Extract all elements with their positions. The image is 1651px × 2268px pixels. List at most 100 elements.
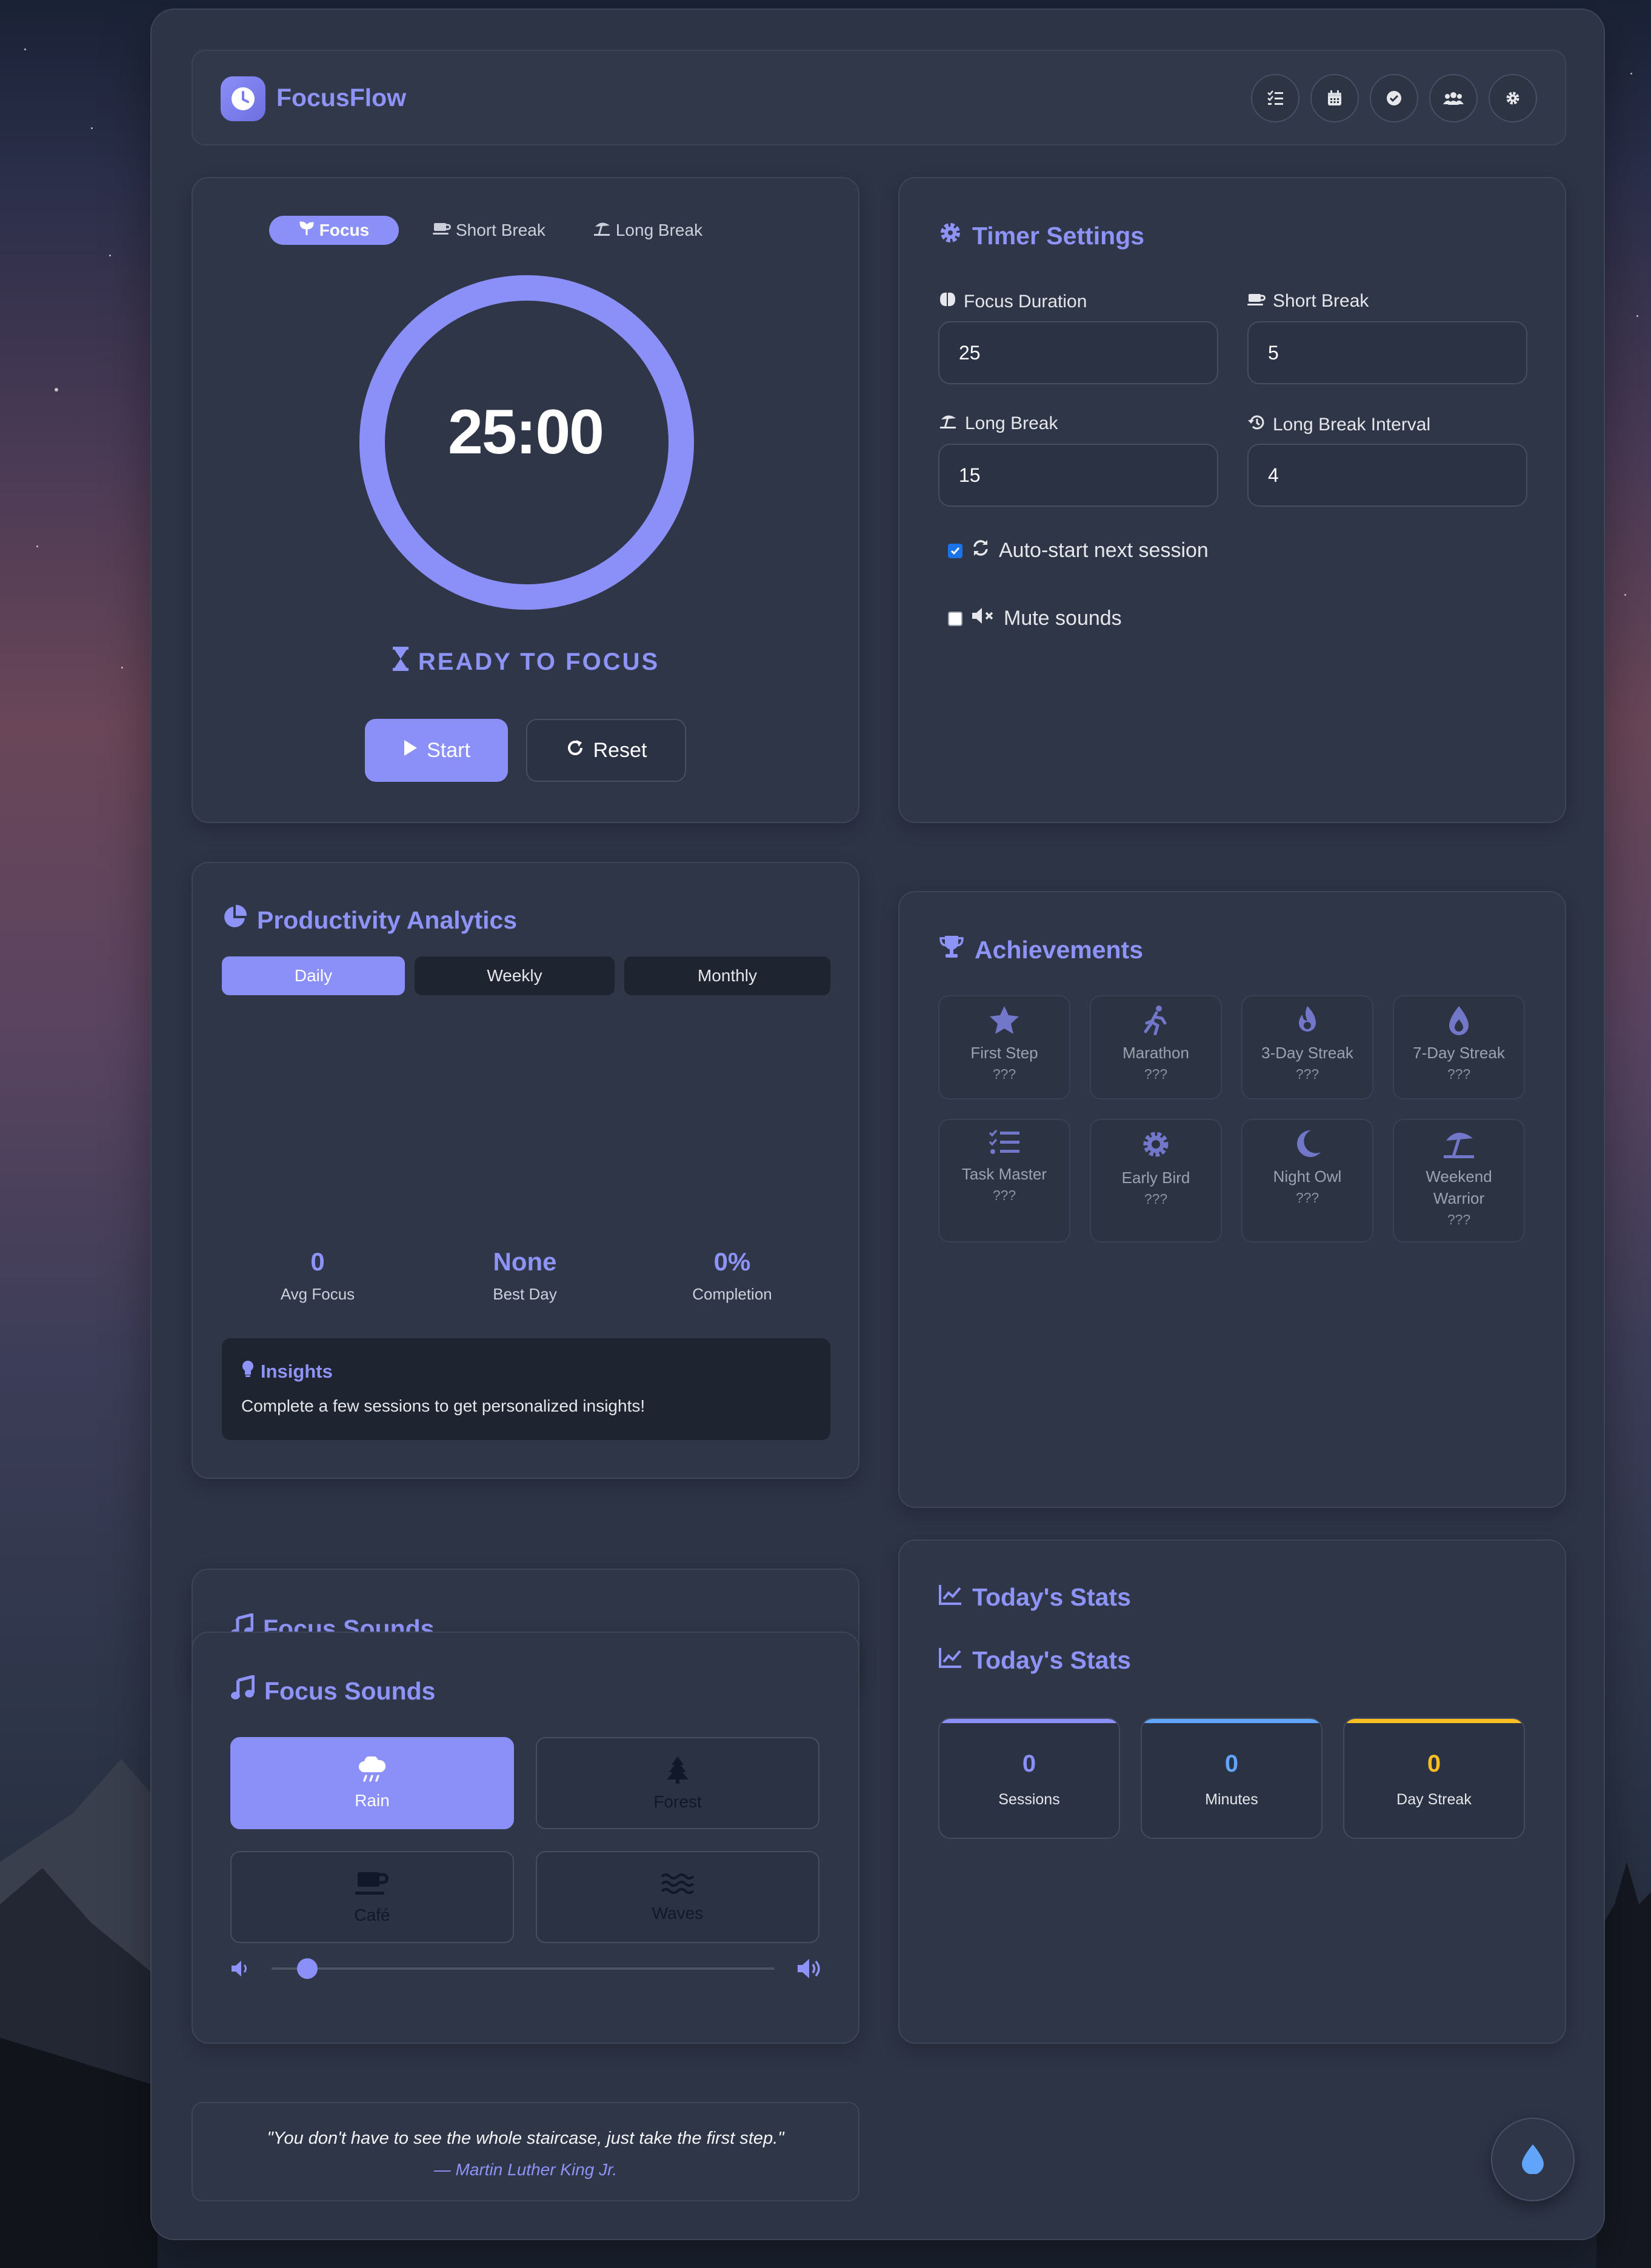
running-icon: [1142, 1005, 1170, 1038]
achievements-title-text: Achievements: [975, 935, 1144, 964]
achievement-status: ???: [1295, 1190, 1319, 1206]
todays-stats-title-1: Today's Stats: [938, 1583, 1131, 1612]
task-list-icon: [988, 1129, 1021, 1159]
app-title: FocusFlow: [276, 84, 407, 112]
achievement-task-master[interactable]: Task Master ???: [938, 1119, 1070, 1242]
analytics-card: Productivity Analytics Daily Weekly Mont…: [192, 862, 859, 1479]
todays-stats-title-2-text: Today's Stats: [972, 1646, 1131, 1674]
app-window: FocusFlow Focus Short Break Long Break 2…: [150, 8, 1605, 2240]
tab-weekly[interactable]: Weekly: [415, 956, 615, 995]
long-break-interval-label: Long Break Interval: [1247, 413, 1430, 436]
calendar-icon[interactable]: [1310, 74, 1359, 122]
umbrella-beach-icon: [593, 221, 611, 241]
long-break-input[interactable]: 15: [938, 444, 1218, 507]
achievement-status: ???: [992, 1066, 1016, 1082]
tab-short-break[interactable]: Short Break: [419, 216, 559, 245]
quote-card: "You don't have to see the whole stairca…: [192, 2102, 859, 2201]
achievement-name: Night Owl: [1273, 1167, 1342, 1186]
minutes-label: Minutes: [1205, 1791, 1258, 1808]
volume-mute-icon: [971, 606, 995, 631]
analytics-title: Productivity Analytics: [222, 904, 517, 936]
best-day-stat: None Best Day: [434, 1247, 616, 1304]
umbrella-beach-icon: [938, 413, 958, 434]
achievement-3-day-streak[interactable]: 3-Day Streak ???: [1241, 995, 1373, 1099]
avg-focus-stat: 0 Avg Focus: [227, 1247, 409, 1304]
sessions-label: Sessions: [998, 1791, 1060, 1808]
achievement-status: ???: [1447, 1066, 1471, 1082]
sound-rain-label: Rain: [355, 1790, 390, 1810]
long-break-interval-input[interactable]: 4: [1247, 444, 1527, 507]
quote-author: — Martin Luther King Jr.: [433, 2160, 618, 2179]
day-streak-label: Day Streak: [1396, 1791, 1472, 1808]
focus-duration-input[interactable]: 25: [938, 321, 1218, 384]
sync-icon: [971, 538, 990, 563]
achievement-weekend-warrior[interactable]: Weekend Warrior ???: [1393, 1119, 1525, 1242]
achievement-status: ???: [1295, 1066, 1319, 1082]
achievement-name: Early Bird: [1121, 1169, 1190, 1187]
volume-slider-thumb[interactable]: [296, 1958, 318, 1979]
achievement-name: Task Master: [961, 1165, 1047, 1183]
day-streak-value: 0: [1427, 1750, 1441, 1777]
umbrella-beach-icon: [1443, 1129, 1475, 1162]
auto-start-checkbox[interactable]: [948, 543, 962, 558]
settings-icon[interactable]: [1489, 74, 1537, 122]
mute-checkbox[interactable]: [948, 611, 962, 626]
tab-long-break[interactable]: Long Break: [579, 216, 716, 245]
star-icon: [988, 1005, 1021, 1038]
achievement-status: ???: [1144, 1066, 1168, 1082]
reset-button[interactable]: Reset: [526, 719, 686, 782]
auto-start-row: Auto-start next session: [948, 538, 1209, 563]
users-icon[interactable]: [1429, 74, 1478, 122]
sound-forest-button[interactable]: Forest: [536, 1737, 819, 1829]
tab-long-break-label: Long Break: [615, 221, 703, 239]
timer-display: 25:00: [448, 397, 604, 467]
achievement-marathon[interactable]: Marathon ???: [1090, 995, 1222, 1099]
mute-label: Mute sounds: [1004, 607, 1122, 630]
achievement-status: ???: [1447, 1212, 1471, 1227]
tab-daily[interactable]: Daily: [222, 956, 405, 995]
volume-slider[interactable]: [272, 1958, 775, 1979]
sound-waves-button[interactable]: Waves: [536, 1851, 819, 1943]
sessions-value: 0: [1022, 1750, 1036, 1777]
long-break-label: Long Break: [938, 413, 1058, 434]
focus-sounds-title: Focus Sounds: [230, 1674, 436, 1707]
achievement-night-owl[interactable]: Night Owl ???: [1241, 1119, 1373, 1242]
achievement-status: ???: [1144, 1191, 1168, 1207]
insights-text: Complete a few sessions to get personali…: [241, 1396, 645, 1415]
minutes-value: 0: [1224, 1750, 1239, 1777]
period-tabs: Daily Weekly Monthly: [222, 956, 830, 995]
achievement-early-bird[interactable]: Early Bird ???: [1090, 1119, 1222, 1242]
analytics-chart-area: [222, 1015, 830, 1215]
avg-focus-value: 0: [310, 1247, 325, 1276]
tab-focus[interactable]: Focus: [269, 216, 399, 245]
coffee-icon: [1247, 291, 1266, 312]
short-break-input[interactable]: 5: [1247, 321, 1527, 384]
lightbulb-icon: [241, 1360, 255, 1383]
mug-icon: [354, 1870, 390, 1902]
timer-status-text: READY TO FOCUS: [418, 648, 660, 675]
cloud-rain-icon: [357, 1755, 387, 1787]
start-button[interactable]: Start: [365, 719, 508, 782]
focus-sounds-title-text: Focus Sounds: [264, 1676, 436, 1705]
trophy-icon: [938, 935, 965, 965]
tab-short-break-label: Short Break: [456, 221, 545, 239]
sound-rain-button[interactable]: Rain: [230, 1737, 514, 1829]
theme-toggle-button[interactable]: [1491, 2118, 1575, 2201]
clock-logo-icon: [221, 76, 265, 121]
achievement-7-day-streak[interactable]: 7-Day Streak ???: [1393, 995, 1525, 1099]
sound-cafe-button[interactable]: Café: [230, 1851, 514, 1943]
timer-settings-title: Timer Settings: [938, 221, 1144, 251]
sound-waves-label: Waves: [652, 1903, 704, 1923]
check-circle-icon[interactable]: [1370, 74, 1418, 122]
focus-sounds-card: Focus Sounds Rain Forest Café Waves: [192, 1632, 859, 2044]
todays-stats-title-2: Today's Stats: [938, 1646, 1131, 1675]
tab-focus-label: Focus: [319, 221, 370, 239]
tasks-icon[interactable]: [1251, 74, 1299, 122]
best-day-label: Best Day: [493, 1285, 557, 1303]
chart-line-icon: [938, 1583, 962, 1612]
achievement-first-step[interactable]: First Step ???: [938, 995, 1070, 1099]
water-icon: [661, 1872, 695, 1900]
tab-monthly[interactable]: Monthly: [624, 956, 830, 995]
day-streak-accent-bar: [1344, 1719, 1524, 1723]
sessions-stat-card: 0 Sessions: [938, 1718, 1120, 1839]
